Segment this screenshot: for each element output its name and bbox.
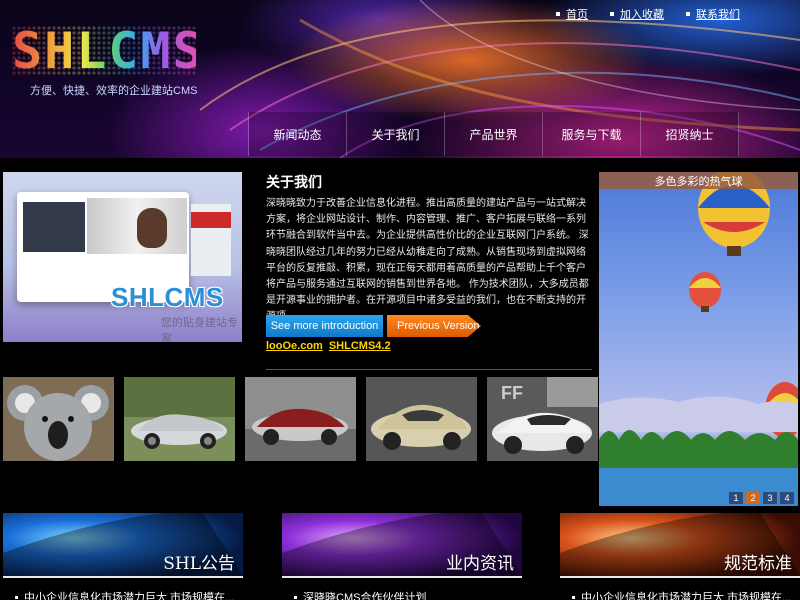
- logo-text: SHLCMS: [12, 22, 205, 80]
- news-block-announcements: SHL公告 中小企业信息化市场潜力巨大 市场规模在...: [3, 513, 243, 600]
- bullet-icon: [572, 595, 575, 599]
- news-item[interactable]: 深晓晓CMS合作伙伴计划: [294, 589, 426, 600]
- bullet-icon: [610, 12, 614, 16]
- thumbnail-red-silver-supercar[interactable]: [245, 377, 356, 461]
- previous-version-button[interactable]: Previous Version: [387, 315, 481, 337]
- banner-brand-text: SHLCMS: [111, 282, 224, 312]
- see-more-button[interactable]: See more introduction: [266, 315, 383, 337]
- bullet-icon: [15, 595, 18, 599]
- site-tagline: 方便、快捷、效率的企业建站CMS: [30, 85, 198, 97]
- looOe-link[interactable]: looOe.com: [266, 340, 323, 352]
- main-nav: 新闻动态 关于我们 产品世界 服务与下载 招贤纳士: [248, 112, 739, 156]
- top-links: 首页 加入收藏 联系我们: [556, 6, 740, 22]
- thumbnail-gold-supercar[interactable]: [366, 377, 477, 461]
- version-links: looOe.com SHLCMS4.2: [266, 340, 391, 352]
- news-block-industry: 业内资讯 深晓晓CMS合作伙伴计划: [282, 513, 522, 600]
- news-item[interactable]: 中小企业信息化市场潜力巨大 市场规模在...: [572, 589, 791, 600]
- site-logo[interactable]: SHLCMS: [12, 22, 205, 80]
- balloon-slideshow: 多色多彩的热气球 1 2 3 4: [599, 172, 798, 506]
- contact-link[interactable]: 联系我们: [686, 6, 740, 22]
- slideshow-pager: 1 2 3 4: [729, 492, 794, 504]
- pager-button-3[interactable]: 3: [763, 492, 777, 504]
- home-link[interactable]: 首页: [556, 6, 588, 22]
- balloon-caption: 多色多彩的热气球: [599, 172, 798, 189]
- news-title: 业内资讯: [446, 554, 514, 574]
- bullet-icon: [556, 12, 560, 16]
- add-favorite-link[interactable]: 加入收藏: [610, 6, 664, 22]
- nav-item-jobs[interactable]: 招贤纳士: [641, 112, 739, 156]
- news-title: 规范标准: [724, 554, 792, 574]
- pager-button-2[interactable]: 2: [746, 492, 760, 504]
- pager-button-4[interactable]: 4: [780, 492, 794, 504]
- shlcms-version-link[interactable]: SHLCMS4.2: [329, 340, 391, 352]
- about-body: 深晓晓致力于改善企业信息化进程。推出高质量的建站产品与一站式解决方案，将企业网站…: [266, 198, 589, 322]
- bullet-icon: [294, 595, 297, 599]
- nav-item-products[interactable]: 产品世界: [445, 112, 543, 156]
- site-header: SHLCMS 方便、快捷、效率的企业建站CMS 首页 加入收藏 联系我们 新闻动…: [0, 0, 800, 158]
- news-item[interactable]: 中小企业信息化市场潜力巨大 市场规模在...: [15, 589, 234, 600]
- thumbnail-koala[interactable]: [3, 377, 114, 461]
- news-title: SHL公告: [163, 554, 235, 574]
- divider: [266, 369, 592, 370]
- nav-item-services[interactable]: 服务与下载: [543, 112, 641, 156]
- svg-text:FF: FF: [501, 383, 523, 403]
- nav-item-about[interactable]: 关于我们: [347, 112, 445, 156]
- banner-slogan: 您的贴身建站专家: [161, 317, 238, 342]
- about-banner-image: SHLCMS 您的贴身建站专家: [3, 172, 242, 342]
- pager-button-1[interactable]: 1: [729, 492, 743, 504]
- thumbnail-white-ferrari[interactable]: FF: [487, 377, 598, 461]
- thumbnail-silver-convertible[interactable]: [124, 377, 235, 461]
- about-title: 关于我们: [266, 174, 322, 190]
- bullet-icon: [686, 12, 690, 16]
- balloon-scene: [599, 172, 798, 506]
- news-block-standards: 规范标准 中小企业信息化市场潜力巨大 市场规模在...: [560, 513, 800, 600]
- nav-item-news[interactable]: 新闻动态: [249, 112, 347, 156]
